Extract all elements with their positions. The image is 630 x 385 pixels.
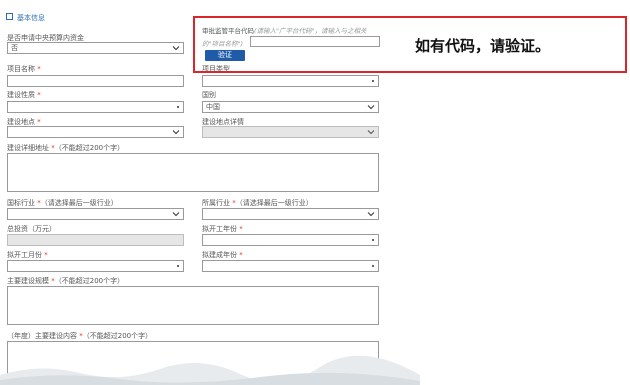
completion-year-label: 拟建成年份 * — [202, 251, 243, 259]
chevron-down-icon — [367, 130, 375, 135]
national-industry-select[interactable] — [7, 208, 184, 220]
central-budget-select[interactable]: 否 — [7, 42, 184, 54]
total-investment-input — [7, 234, 184, 246]
detail-address-textarea[interactable] — [7, 153, 379, 192]
dropdown-indicator-icon — [177, 106, 179, 108]
section-icon — [6, 13, 13, 20]
dropdown-indicator-icon — [372, 80, 374, 82]
main-scale-label: 主要建设规模 *（不能超过200个字） — [7, 277, 125, 285]
start-month-label: 拟开工月份 * — [7, 251, 48, 259]
main-scale-textarea[interactable] — [7, 286, 379, 325]
callout-text: 如有代码，请验证。 — [415, 37, 551, 55]
start-month-select[interactable] — [7, 260, 184, 272]
chevron-down-icon — [367, 105, 375, 110]
completion-year-select[interactable] — [202, 260, 379, 272]
section-title: 基本信息 — [17, 14, 45, 22]
industry-label: 所属行业 *（请选择最后一级行业） — [202, 199, 313, 207]
construction-nature-label: 建设性质 * — [7, 91, 41, 99]
mountain-decoration — [0, 355, 420, 385]
construction-location-select[interactable] — [7, 126, 184, 138]
construction-nature-select[interactable] — [7, 101, 184, 113]
project-name-input[interactable] — [7, 75, 184, 87]
total-investment-label: 总投资（万元） — [7, 225, 56, 233]
annual-content-label: （年度）主要建设内容 *（不能超过200个字） — [7, 332, 153, 340]
chevron-down-icon — [172, 130, 180, 135]
dropdown-indicator-icon — [372, 239, 374, 241]
country-select[interactable]: 中国 — [202, 101, 379, 113]
project-type-select[interactable] — [202, 75, 379, 87]
dropdown-indicator-icon — [177, 265, 179, 267]
central-budget-value: 否 — [11, 44, 18, 52]
chevron-down-icon — [172, 46, 180, 51]
country-label: 国别 — [202, 91, 216, 99]
national-industry-label: 国标行业 *（请选择最后一级行业） — [7, 199, 118, 207]
country-value: 中国 — [206, 103, 220, 111]
start-year-select[interactable] — [202, 234, 379, 246]
chevron-down-icon — [172, 212, 180, 217]
start-year-label: 拟开工年份 * — [202, 225, 243, 233]
highlight-box — [193, 16, 627, 73]
dropdown-indicator-icon — [372, 265, 374, 267]
industry-select[interactable] — [202, 208, 379, 220]
project-name-label: 项目名称 * — [7, 65, 41, 73]
chevron-down-icon — [367, 212, 375, 217]
location-detail-select — [202, 126, 379, 138]
detail-address-label: 建设详细地址 *（不能超过200个字） — [7, 144, 125, 152]
